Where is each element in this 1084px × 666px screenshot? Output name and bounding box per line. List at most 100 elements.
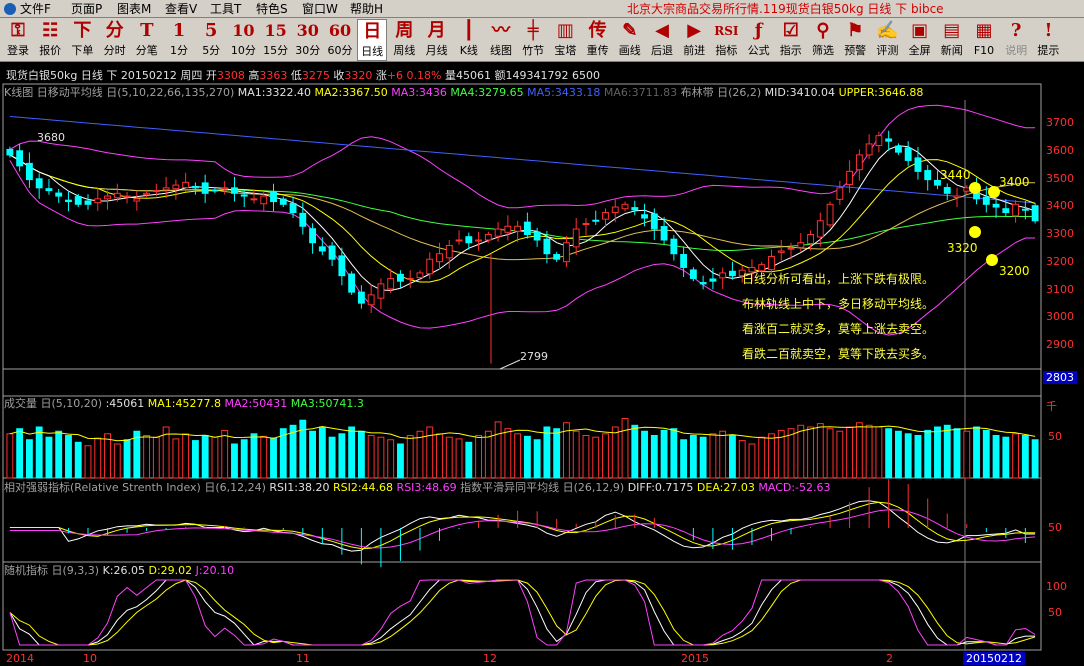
volume-bar: [182, 433, 190, 479]
candle-body: [894, 145, 902, 153]
candle-body: [143, 192, 151, 196]
rsi1-line: [9, 500, 1036, 552]
volume-bar: [709, 433, 717, 479]
volume-bar: [865, 424, 873, 479]
volume-bar: [738, 440, 746, 479]
candle-body: [992, 203, 1000, 208]
candle-body: [309, 228, 317, 244]
volume-bar: [328, 436, 336, 479]
candle-body: [436, 253, 443, 263]
candle-body: [650, 213, 658, 230]
candle-body: [504, 225, 512, 233]
kdj-tick: 100: [1046, 580, 1067, 593]
volume-bar: [816, 423, 824, 479]
rsi1-value: RSI1:38.20: [269, 481, 330, 494]
volume-bar: [55, 430, 63, 479]
volume-bar: [514, 433, 522, 479]
dea-value: DEA:27.03: [696, 481, 755, 494]
volume-bar: [172, 438, 180, 479]
kline-legend: K线图 日移动平均线 日(5,10,22,66,135,270) MA1:332…: [4, 86, 923, 100]
volume-bar: [680, 439, 688, 479]
price-tick: 3400: [1046, 199, 1074, 212]
candle-body: [729, 270, 736, 277]
volume-bar: [94, 437, 102, 479]
ma1-value: MA1:3322.40: [237, 86, 311, 99]
candle-body: [357, 291, 365, 304]
price-tick: 3100: [1046, 283, 1074, 296]
volume-bar: [465, 441, 473, 479]
volume-bar: [318, 426, 326, 479]
low-pointer: [499, 359, 521, 370]
volume-bar: [426, 426, 434, 479]
candle-body: [768, 255, 775, 271]
volume-bar: [758, 436, 766, 479]
volume-bar: [221, 429, 229, 479]
boll-label: 布林带 日(26,2): [680, 86, 762, 99]
analysis-note-3: 看涨百二就买多，莫等上涨去卖空。: [742, 322, 935, 336]
analysis-note-2: 布林轨线上中下，多日移动平均线。: [742, 297, 935, 311]
rsi2-line: [9, 501, 1036, 550]
candle-body: [680, 254, 688, 268]
volume-bar: [504, 428, 512, 479]
volume-bar: [943, 424, 951, 479]
highlight-marker: [986, 254, 998, 266]
candle-body: [963, 187, 971, 192]
rsi-legend-prefix: 相对强弱指标(Relative Strenth Index) 日(6,12,24…: [4, 481, 266, 494]
candle-body: [416, 272, 424, 279]
rsi-tick: 50: [1048, 521, 1062, 534]
volume-bar: [348, 426, 356, 479]
candle-body: [563, 242, 570, 263]
d-value: D:29.02: [148, 564, 193, 577]
volume-bar: [16, 428, 24, 479]
candle-body: [689, 269, 697, 279]
volume-bar: [631, 424, 639, 479]
candle-body: [397, 273, 404, 282]
date-tick: 10: [83, 652, 97, 665]
candle-body: [426, 258, 434, 275]
volume-bar: [621, 418, 629, 479]
candle-body: [16, 150, 24, 167]
candle-body: [533, 231, 541, 241]
candle-body: [406, 277, 414, 280]
volume-bar: [797, 424, 805, 479]
boll-mid: MID:3410.04: [764, 86, 836, 99]
trading-window: 文件F 页面P 图表M 查看V 工具T 特色S 窗口W 帮助H 北京大宗商品交易…: [0, 0, 1084, 666]
date-tick: 2015: [681, 652, 709, 665]
volume-bar: [963, 430, 971, 479]
candle-body: [162, 187, 170, 191]
high-annotation: 3680: [37, 131, 65, 144]
volume-bar: [973, 426, 980, 479]
volume-bar: [787, 428, 795, 479]
candle-body: [816, 220, 824, 238]
volume-bar: [689, 435, 697, 479]
price-tick: 3700: [1046, 116, 1074, 129]
j-line: [9, 579, 1036, 646]
volume-bar: [846, 426, 854, 479]
highlight-marker: [969, 182, 981, 194]
candle-body: [826, 203, 834, 226]
volume-bar: [436, 433, 443, 479]
price-tick: 3500: [1046, 172, 1074, 185]
candle-body: [572, 228, 580, 248]
kdj-tick: 50: [1048, 606, 1062, 619]
volume-bar: [602, 433, 609, 479]
candle-body: [25, 162, 33, 181]
ma4-line: [9, 154, 1036, 251]
ma1-line: [9, 145, 1036, 292]
candle-body: [94, 198, 102, 204]
candle-body: [523, 221, 531, 236]
candle-body: [865, 143, 873, 156]
volume-bar: [553, 428, 561, 479]
candle-body: [270, 191, 277, 203]
volume-bar: [445, 436, 453, 479]
resistance-3440: 3440: [940, 168, 971, 182]
date-tick: 12: [483, 652, 497, 665]
candle-body: [182, 181, 190, 189]
volume-bar: [660, 429, 668, 479]
volume-bar: [45, 436, 53, 479]
volume-bar: [611, 426, 619, 479]
volume-bar: [1021, 435, 1029, 479]
candle-body: [240, 194, 248, 197]
candle-body: [553, 254, 561, 260]
candle-body: [113, 192, 121, 199]
